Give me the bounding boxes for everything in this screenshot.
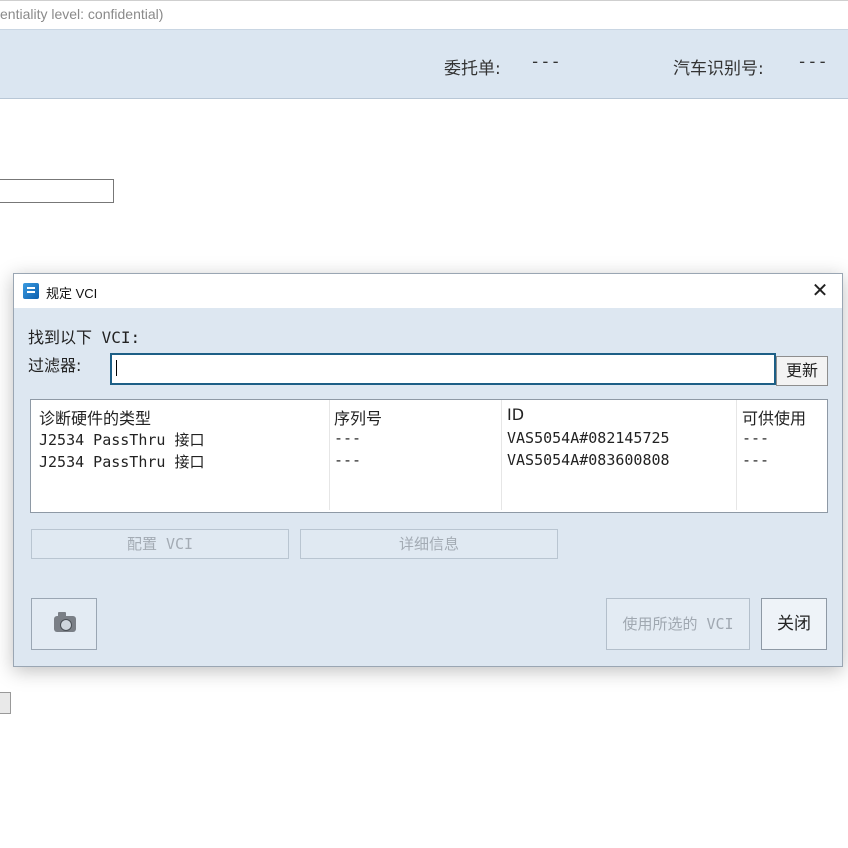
close-icon[interactable]: ✕ (808, 278, 832, 302)
top-divider (0, 0, 848, 1)
vin-value: --- (797, 52, 828, 72)
column-header-available[interactable]: 可供使用 (742, 405, 806, 429)
app-icon (23, 283, 39, 299)
background-input-field[interactable] (0, 179, 114, 203)
use-selected-vci-button[interactable]: 使用所选的 VCI (606, 598, 750, 650)
close-button[interactable]: 关闭 (761, 598, 827, 650)
column-header-serial[interactable]: 序列号 (334, 405, 382, 429)
found-vci-label: 找到以下 VCI: (28, 328, 141, 347)
background-small-control[interactable] (0, 692, 11, 714)
column-header-id[interactable]: ID (507, 405, 524, 424)
order-label: 委托单: (444, 59, 501, 79)
camera-lens (60, 619, 72, 631)
filter-input[interactable] (110, 353, 776, 385)
configure-vci-button[interactable]: 配置 VCI (31, 529, 289, 559)
column-separator (736, 400, 737, 510)
vin-label: 汽车识别号: (673, 59, 764, 79)
cell-available: --- (742, 451, 770, 469)
specify-vci-dialog: 规定 VCI ✕ 找到以下 VCI: 过滤器: 更新 诊断硬件的类型 序列号 I… (13, 273, 843, 667)
cell-id: VAS5054A#082145725 (507, 429, 670, 447)
text-caret (116, 360, 117, 376)
cell-hardware-type: J2534 PassThru 接口 (39, 431, 205, 449)
dialog-titlebar[interactable]: 规定 VCI ✕ (14, 274, 842, 308)
filter-label: 过滤器: (28, 356, 82, 375)
confidentiality-text: entiality level: confidential) (0, 6, 164, 22)
column-separator (329, 400, 330, 510)
order-value: --- (530, 52, 561, 72)
screenshot-button[interactable] (31, 598, 97, 650)
cell-available: --- (742, 429, 770, 447)
refresh-button[interactable]: 更新 (776, 356, 828, 386)
cell-id: VAS5054A#083600808 (507, 451, 670, 469)
cell-serial: --- (334, 451, 362, 469)
column-header-hardware-type[interactable]: 诊断硬件的类型 (39, 405, 151, 429)
cell-hardware-type: J2534 PassThru 接口 (39, 453, 205, 471)
cell-serial: --- (334, 429, 362, 447)
vci-list[interactable]: 诊断硬件的类型 序列号 ID 可供使用 J2534 PassThru 接口 --… (30, 399, 828, 513)
details-button[interactable]: 详细信息 (300, 529, 558, 559)
dialog-title: 规定 VCI (46, 286, 98, 301)
column-separator (501, 400, 502, 510)
